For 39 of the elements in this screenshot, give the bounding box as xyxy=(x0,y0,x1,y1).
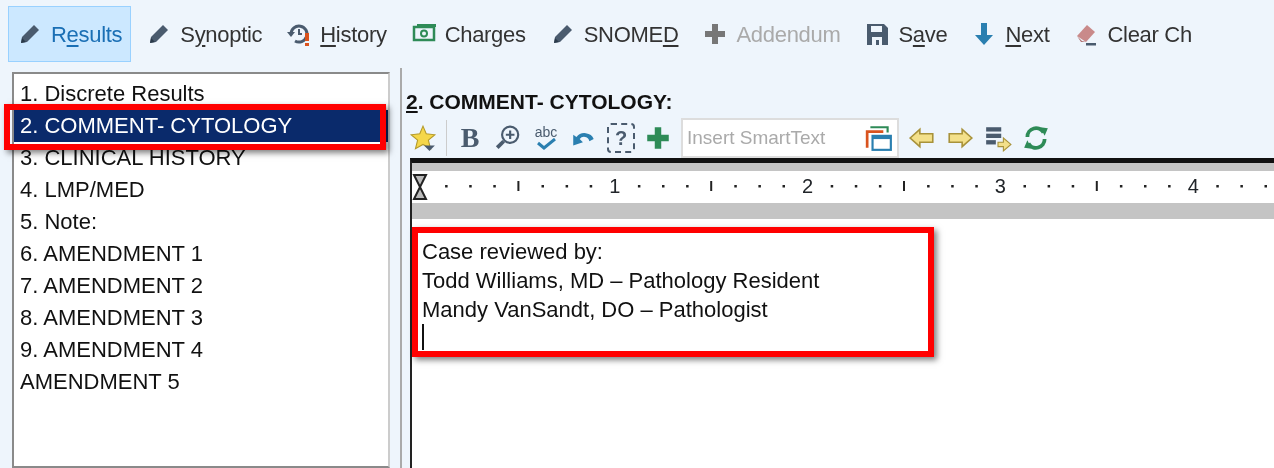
section-item[interactable]: 4. LMP/MED xyxy=(14,174,388,206)
section-item[interactable]: 5. Note: xyxy=(14,206,388,238)
bold-button[interactable]: B xyxy=(455,123,485,153)
ruler-number: 3 xyxy=(994,174,1006,199)
smarttext-field[interactable]: Insert SmartText xyxy=(681,118,899,158)
section-item[interactable]: 3. CLINICAL HISTORY xyxy=(14,142,388,174)
toolbar-button[interactable]: Charges xyxy=(401,6,535,62)
help-button[interactable]: ? xyxy=(607,123,635,153)
spellcheck-button[interactable]: abc xyxy=(531,123,561,153)
editor-text-line: Mandy VanSandt, DO – Pathologist xyxy=(422,296,768,324)
section-item[interactable]: 6. AMENDMENT 1 xyxy=(14,238,388,270)
ruler-number: 2 xyxy=(802,174,814,199)
zoom-in-icon[interactable] xyxy=(494,124,522,152)
section-item[interactable]: 7. AMENDMENT 2 xyxy=(14,270,388,302)
star-icon[interactable] xyxy=(409,124,437,152)
editor-text-line: Todd Williams, MD – Pathology Resident xyxy=(422,267,820,295)
window-icon xyxy=(865,124,893,152)
section-item[interactable]: 2. COMMENT- CYTOLOGY xyxy=(14,110,388,142)
toolbar-button[interactable]: Results xyxy=(8,6,132,62)
section-heading: 2. COMMENT- CYTOLOGY: xyxy=(405,89,674,115)
section-item[interactable]: 9. AMENDMENT 4 xyxy=(14,334,388,366)
toolbar-button[interactable]: SNOMED xyxy=(540,6,688,62)
refresh-icon[interactable] xyxy=(1022,124,1050,152)
checkmark-icon xyxy=(535,138,557,150)
save-icon xyxy=(864,21,891,47)
toolbar-button[interactable]: Save xyxy=(855,6,957,62)
toolbar-button[interactable]: Next xyxy=(962,6,1059,62)
section-item[interactable]: 1. Discrete Results xyxy=(14,78,388,110)
editor-text-line: Case reviewed by: xyxy=(422,238,603,266)
ruler-number: 1 xyxy=(609,174,621,199)
section-item[interactable]: 8. AMENDMENT 3 xyxy=(14,302,388,334)
section-item[interactable]: AMENDMENT 5 xyxy=(14,366,388,398)
list-arrow-icon[interactable] xyxy=(984,124,1012,152)
toolbar-button[interactable]: History xyxy=(277,6,396,62)
text-editor[interactable]: 1 2 3 4 Case reviewed by: Todd Williams, MD – Pathology Resident Mandy VanSandt, DO – Pathologist xyxy=(410,158,1274,468)
plus-icon[interactable] xyxy=(644,124,672,152)
toolbar-button[interactable]: Clear Ch xyxy=(1064,6,1201,62)
toolbar-button[interactable]: Synoptic xyxy=(137,6,272,62)
ruler-number: 4 xyxy=(1187,174,1199,199)
